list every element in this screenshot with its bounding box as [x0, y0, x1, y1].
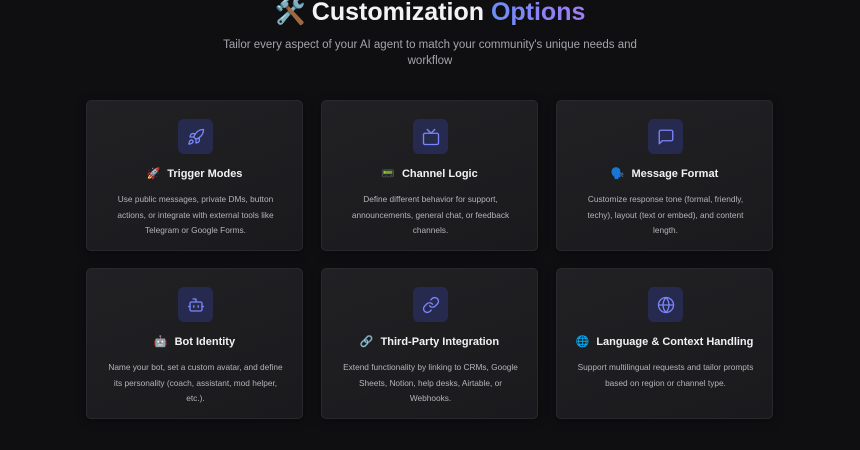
bot-icon [178, 287, 213, 322]
section-heading: 🛠️ Customization Options [0, 0, 860, 30]
globe-icon [648, 287, 683, 322]
card-title: 🌐 Language & Context Handling [557, 335, 772, 348]
rocket-emoji: 🚀 [146, 168, 161, 180]
feature-card-message-format: 🗣️ Message Format Customize response tone… [556, 100, 773, 251]
card-title-text: Channel Logic [401, 168, 478, 180]
rocket-icon [178, 119, 213, 154]
robot-emoji: 🤖 [153, 336, 168, 348]
card-title: 📟 Channel Logic [322, 167, 537, 180]
card-title: 🚀 Trigger Modes [87, 167, 302, 180]
feature-card-bot-identity: 🤖 Bot Identity Name your bot, set a custo… [86, 268, 303, 419]
feature-card-language-context-handling: 🌐 Language & Context Handling Support mul… [556, 268, 773, 419]
card-title-text: Language & Context Handling [596, 336, 754, 348]
heading-word-customization: Customization [311, 0, 484, 26]
speaking-head-emoji: 🗣️ [610, 168, 625, 180]
heading-word-options: Options [490, 0, 586, 26]
link-icon [413, 287, 448, 322]
card-title-text: Trigger Modes [167, 168, 243, 180]
link-emoji: 🔗 [359, 336, 374, 348]
card-title-text: Third-Party Integration [380, 336, 500, 348]
card-title: 🔗 Third-Party Integration [322, 335, 537, 348]
feature-card-third-party-integration: 🔗 Third-Party Integration Extend function… [321, 268, 538, 419]
card-description: Use public messages, private DMs, button… [117, 194, 274, 235]
card-description: Support multilingual requests and tailor… [577, 362, 754, 388]
card-title-text: Bot Identity [174, 336, 236, 348]
card-title-text: Message Format [631, 168, 719, 180]
tools-emoji: 🛠️ [274, 0, 306, 26]
card-description: Define different behavior for support, a… [351, 194, 510, 235]
customization-section: 🛠️ Customization Options Tailor every asp… [0, 0, 860, 450]
globe-emoji: 🌐 [575, 336, 590, 348]
feature-card-trigger-modes: 🚀 Trigger Modes Use public messages, priv… [86, 100, 303, 251]
message-square-icon [648, 119, 683, 154]
section-subtitle: Tailor every aspect of your AI agent to … [223, 39, 637, 67]
pager-emoji: 📟 [381, 168, 395, 180]
card-description: Name your bot, set a custom avatar, and … [108, 362, 283, 403]
card-title: 🗣️ Message Format [557, 167, 772, 180]
card-description: Customize response tone (formal, friendl… [587, 194, 744, 235]
feature-card-channel-logic: 📟 Channel Logic Define different behavior… [321, 100, 538, 251]
tv-icon [413, 119, 448, 154]
card-title: 🤖 Bot Identity [87, 335, 302, 348]
card-description: Extend functionality by linking to CRMs,… [343, 362, 518, 403]
